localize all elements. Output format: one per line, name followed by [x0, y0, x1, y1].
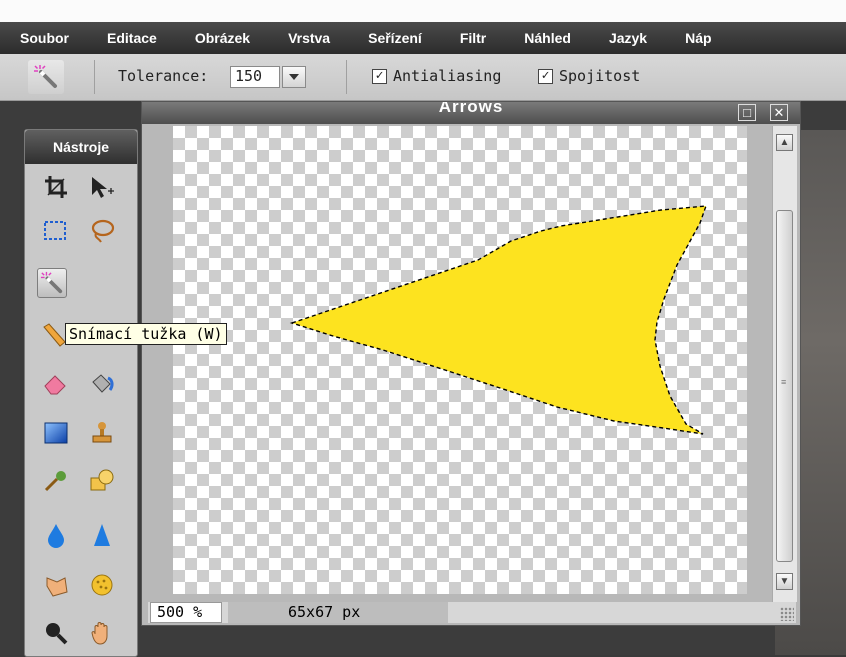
- menu-serizeni[interactable]: Seřízení: [368, 30, 422, 46]
- menu-napoveda[interactable]: Náp: [685, 30, 711, 46]
- magic-wand-tool-icon[interactable]: [37, 268, 67, 298]
- menu-bar: Soubor Editace Obrázek Vrstva Seřízení F…: [0, 22, 846, 54]
- lasso-tool-icon[interactable]: [87, 216, 117, 246]
- separator: [94, 60, 95, 94]
- clone-stamp-tool-icon[interactable]: [87, 418, 117, 448]
- menu-filtr[interactable]: Filtr: [460, 30, 486, 46]
- magic-wand-icon[interactable]: [28, 60, 64, 94]
- tool-options-bar: Tolerance: 150 ✓ Antialiasing ✓ Spojitos…: [0, 54, 846, 101]
- shape-tool-icon[interactable]: [87, 466, 117, 496]
- tools-panel: Nástroje: [24, 129, 138, 657]
- tolerance-label: Tolerance:: [118, 67, 209, 85]
- browser-top-strip: [0, 0, 846, 23]
- blur-tool-icon[interactable]: [41, 520, 71, 550]
- color-replace-tool-icon[interactable]: [41, 466, 71, 496]
- grip-icon: ≡: [781, 377, 787, 387]
- menu-editace[interactable]: Editace: [107, 30, 157, 46]
- close-button[interactable]: ✕: [770, 104, 788, 121]
- marquee-tool-icon[interactable]: [41, 216, 71, 246]
- menu-jazyk[interactable]: Jazyk: [609, 30, 647, 46]
- contiguous-label: Spojitost: [559, 67, 641, 85]
- sharpen-tool-icon[interactable]: [87, 520, 117, 550]
- tools-panel-title: Nástroje: [25, 130, 137, 164]
- status-bar: 500 % 65x67 px: [148, 602, 796, 623]
- tool-tooltip: Snímací tužka (W): [65, 323, 227, 345]
- maximize-button[interactable]: □: [738, 104, 756, 121]
- menu-obrazek[interactable]: Obrázek: [195, 30, 250, 46]
- document-titlebar[interactable]: Arrows □ ✕: [142, 102, 800, 124]
- zoom-level-input[interactable]: 500 %: [150, 602, 222, 623]
- image-size-readout: 65x67 px: [228, 602, 448, 623]
- zoom-tool-icon[interactable]: [41, 618, 71, 648]
- tolerance-input[interactable]: 150: [230, 66, 280, 88]
- antialiasing-label: Antialiasing: [393, 67, 502, 85]
- document-window: Arrows □ ✕ ▲ ≡ ▼ 500 % 65x67 px: [141, 101, 801, 626]
- tolerance-dropdown-button[interactable]: [282, 66, 306, 88]
- menu-nahled[interactable]: Náhled: [524, 30, 571, 46]
- gradient-tool-icon[interactable]: [41, 418, 71, 448]
- crop-tool-icon[interactable]: [41, 172, 71, 202]
- separator: [346, 60, 347, 94]
- scroll-down-button[interactable]: ▼: [776, 573, 793, 590]
- scroll-up-button[interactable]: ▲: [776, 134, 793, 151]
- chevron-down-icon: [289, 74, 299, 80]
- sponge-tool-icon[interactable]: [87, 570, 117, 600]
- move-tool-icon[interactable]: [87, 172, 117, 202]
- menu-vrstva[interactable]: Vrstva: [288, 30, 330, 46]
- contiguous-checkbox[interactable]: ✓ Spojitost: [538, 67, 640, 85]
- checkmark-icon: ✓: [538, 68, 553, 84]
- resize-grip-icon[interactable]: [780, 607, 794, 621]
- image-canvas[interactable]: [173, 126, 747, 594]
- yellow-arrow-shape: [292, 206, 706, 434]
- smudge-tool-icon[interactable]: [41, 570, 71, 600]
- eraser-tool-icon[interactable]: [41, 370, 71, 400]
- document-title: Arrows: [438, 102, 504, 116]
- antialiasing-checkbox[interactable]: ✓ Antialiasing: [372, 67, 501, 85]
- paint-bucket-tool-icon[interactable]: [87, 370, 117, 400]
- hand-tool-icon[interactable]: [87, 618, 117, 648]
- vertical-scrollbar[interactable]: ▲ ≡ ▼: [772, 126, 797, 602]
- scroll-thumb[interactable]: ≡: [776, 210, 793, 562]
- menu-soubor[interactable]: Soubor: [20, 30, 69, 46]
- checkmark-icon: ✓: [372, 68, 387, 84]
